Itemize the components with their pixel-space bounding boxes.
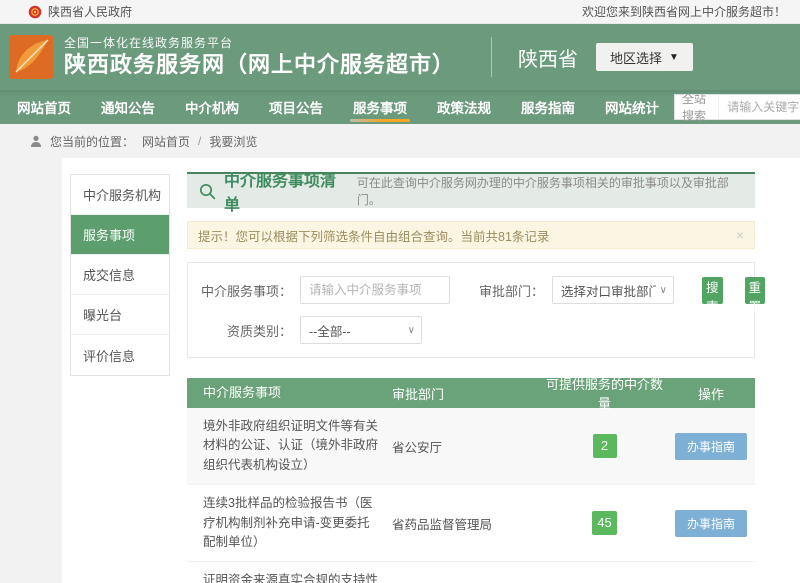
sidebar-item-exposure[interactable]: 曝光台 bbox=[71, 295, 169, 335]
table-row: 连续3批样品的检验报告书（医疗机构制剂补充申请-变更委托配制单位） 省药品监督管… bbox=[187, 485, 755, 562]
service-name: 境外非政府组织证明文件等有关材料的公证、认证（境外非政府组织代表机构设立） bbox=[187, 417, 392, 475]
nav-item-service-items[interactable]: 服务事项 bbox=[338, 90, 422, 124]
service-name-input[interactable] bbox=[300, 276, 450, 304]
site-header: 全国一体化在线政务服务平台 陕西政务服务网（网上中介服务超市） 陕西省 地区选择… bbox=[0, 24, 800, 90]
reset-button[interactable]: 重 置 bbox=[745, 277, 766, 304]
table-row: 境外非政府组织证明文件等有关材料的公证、认证（境外非政府组织代表机构设立） 省公… bbox=[187, 408, 755, 485]
col-header-action: 操作 bbox=[667, 384, 755, 403]
table-row: 证明资金来源真实合规的支持性文件（除涉及敏感国家和地区、敏感行业的企业境外投资项… bbox=[187, 562, 755, 583]
nav-item-policies[interactable]: 政策法规 bbox=[422, 90, 506, 124]
header-divider bbox=[491, 37, 492, 77]
platform-name: 全国一体化在线政务服务平台 bbox=[64, 36, 455, 51]
col-header-dept: 审批部门 bbox=[392, 384, 542, 403]
tip-text: 提示！您可以根据下列筛选条件自由组合查询。当前共81条记录 bbox=[198, 226, 549, 245]
approval-dept: 省药品监督管理局 bbox=[392, 514, 542, 533]
agency-count-badge: 45 bbox=[592, 511, 616, 535]
site-title: 陕西政务服务网（网上中介服务超市） bbox=[64, 51, 455, 79]
approval-dept: 省公安厅 bbox=[392, 437, 542, 456]
nav-item-statistics[interactable]: 网站统计 bbox=[590, 90, 674, 124]
region-select-button[interactable]: 地区选择 ▼ bbox=[596, 43, 693, 71]
sidebar-item-reviews[interactable]: 评价信息 bbox=[71, 335, 169, 375]
site-search-label: 全站搜索 bbox=[674, 94, 718, 120]
breadcrumb-home-link[interactable]: 网站首页 bbox=[142, 133, 190, 150]
breadcrumb-prefix: 您当前的位置： bbox=[50, 133, 134, 150]
current-region: 陕西省 bbox=[518, 43, 578, 72]
site-search: 全站搜索 bbox=[674, 90, 800, 124]
close-icon[interactable]: × bbox=[736, 227, 744, 243]
brand-text: 全国一体化在线政务服务平台 陕西政务服务网（网上中介服务超市） bbox=[64, 36, 455, 79]
nav-item-guides[interactable]: 服务指南 bbox=[506, 90, 590, 124]
site-search-input[interactable] bbox=[718, 94, 800, 120]
section-header: 中介服务事项清单 可在此查询中介服务网办理的中介服务事项相关的审批事项以及审批部… bbox=[187, 172, 755, 208]
nav-item-projects[interactable]: 项目公告 bbox=[254, 90, 338, 124]
filter-form: 中介服务事项： 审批部门： 选择对口审批部门 ∨ 搜 索 重 置 资质类别： -… bbox=[187, 262, 755, 358]
nav-item-agencies[interactable]: 中介机构 bbox=[170, 90, 254, 124]
service-name: 连续3批样品的检验报告书（医疗机构制剂补充申请-变更委托配制单位） bbox=[187, 494, 392, 552]
gov-site-link[interactable]: 陕西省人民政府 bbox=[48, 3, 132, 20]
guide-button[interactable]: 办事指南 bbox=[675, 510, 747, 537]
agency-count-badge: 2 bbox=[593, 434, 617, 458]
tip-banner: 提示！您可以根据下列筛选条件自由组合查询。当前共81条记录 × bbox=[187, 221, 755, 249]
nav-item-notices[interactable]: 通知公告 bbox=[86, 90, 170, 124]
content-area: 中介服务机构 服务事项 成交信息 曝光台 评价信息 中介服务事项清单 可在此查询… bbox=[62, 158, 800, 583]
chevron-down-icon: ∨ bbox=[408, 325, 415, 336]
section-title: 中介服务事项清单 bbox=[224, 167, 349, 215]
table-header-row: 中介服务事项 审批部门 可提供服务的中介数量 操作 bbox=[187, 378, 755, 408]
main-nav: 网站首页 通知公告 中介机构 项目公告 服务事项 政策法规 服务指南 网站统计 … bbox=[0, 90, 800, 124]
dept-field-label: 审批部门： bbox=[466, 281, 544, 300]
top-utility-bar: 陕西省人民政府 欢迎您来到陕西省网上中介服务超市！ bbox=[0, 0, 800, 24]
sidebar-item-service-items[interactable]: 服务事项 bbox=[71, 215, 169, 255]
sidebar-item-agencies[interactable]: 中介服务机构 bbox=[71, 175, 169, 215]
col-header-service: 中介服务事项 bbox=[187, 383, 392, 403]
section-search-icon bbox=[199, 183, 216, 200]
sidebar-menu: 中介服务机构 服务事项 成交信息 曝光台 评价信息 bbox=[70, 174, 170, 376]
sidebar-item-deal-info[interactable]: 成交信息 bbox=[71, 255, 169, 295]
service-name: 证明资金来源真实合规的支持性文件（除涉及敏感国家和地区、敏感行业的企业境外投资项… bbox=[187, 571, 392, 583]
breadcrumb: 您当前的位置： 网站首页 / 我要浏览 bbox=[0, 124, 800, 158]
service-items-table: 中介服务事项 审批部门 可提供服务的中介数量 操作 境外非政府组织证明文件等有关… bbox=[187, 378, 755, 583]
dept-select[interactable]: 选择对口审批部门 ∨ bbox=[552, 276, 674, 304]
chevron-down-icon: ∨ bbox=[660, 285, 667, 296]
breadcrumb-current: 我要浏览 bbox=[209, 133, 257, 150]
guide-button[interactable]: 办事指南 bbox=[675, 433, 747, 460]
national-emblem-icon bbox=[28, 5, 42, 19]
welcome-text: 欢迎您来到陕西省网上中介服务超市！ bbox=[582, 3, 786, 20]
chevron-down-icon: ▼ bbox=[669, 52, 679, 63]
user-location-icon bbox=[30, 135, 42, 148]
breadcrumb-separator: / bbox=[198, 134, 201, 148]
col-header-count: 可提供服务的中介数量 bbox=[542, 374, 667, 412]
main-panel: 中介服务事项清单 可在此查询中介服务网办理的中介服务事项相关的审批事项以及审批部… bbox=[187, 172, 755, 583]
site-logo-icon bbox=[8, 34, 54, 80]
nav-item-home[interactable]: 网站首页 bbox=[2, 90, 86, 124]
category-select[interactable]: --全部-- ∨ bbox=[300, 316, 422, 344]
search-button[interactable]: 搜 索 bbox=[702, 277, 723, 304]
section-description: 可在此查询中介服务网办理的中介服务事项相关的审批事项以及审批部门。 bbox=[357, 174, 743, 208]
service-field-label: 中介服务事项： bbox=[188, 281, 292, 300]
category-field-label: 资质类别： bbox=[188, 321, 292, 340]
